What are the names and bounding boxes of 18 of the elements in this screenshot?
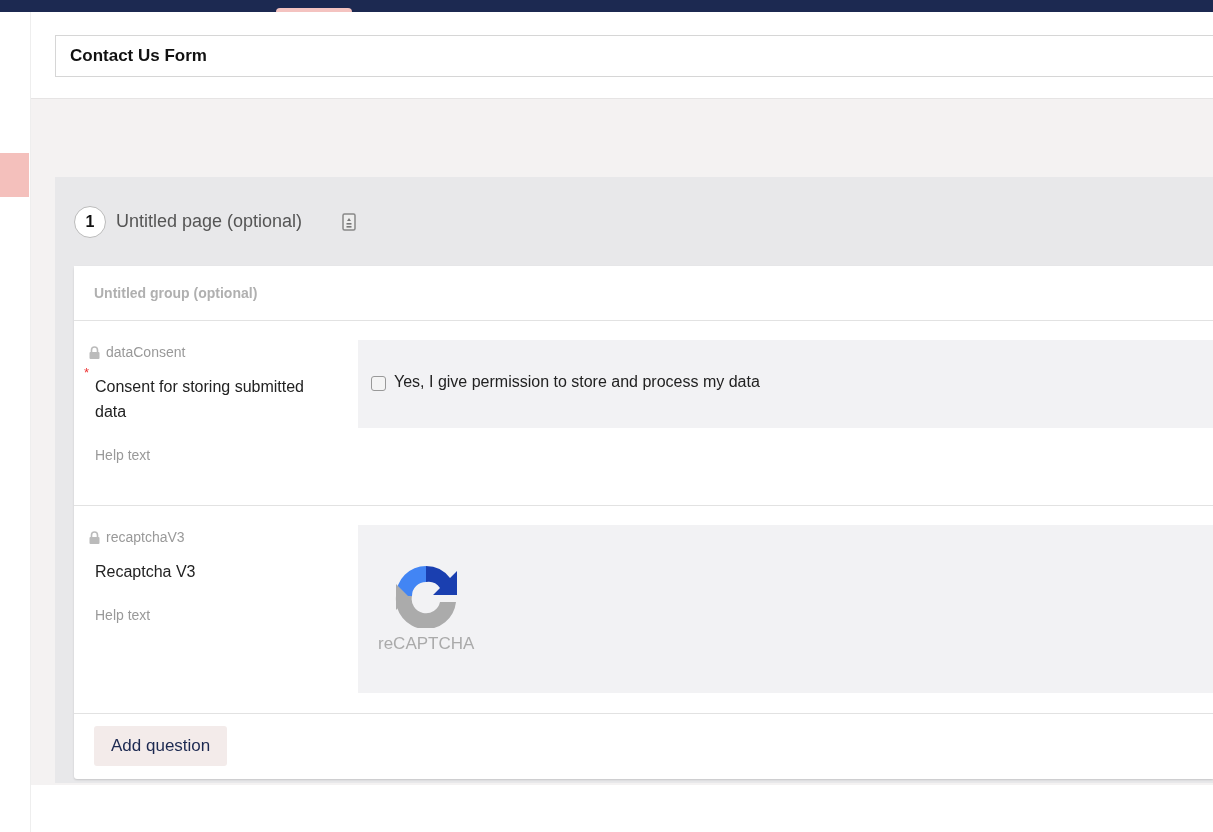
- page-number: 1: [74, 205, 106, 238]
- page-break-icon[interactable]: [342, 212, 357, 231]
- help-text: Help text: [95, 447, 152, 463]
- page-title[interactable]: Untitled page (optional): [116, 211, 303, 232]
- question-key: dataConsent: [106, 344, 186, 360]
- help-text: Help text: [95, 607, 152, 623]
- group-title-field[interactable]: Untitled group (optional): [74, 266, 1213, 321]
- checkbox-label: Yes, I give permission to store and process my data: [394, 373, 760, 391]
- form-title-field[interactable]: Contact Us Form: [55, 35, 1213, 77]
- recaptcha-logo-text: reCAPTCHA: [378, 634, 475, 654]
- nav-tab[interactable]: [276, 8, 352, 12]
- question-label[interactable]: Recaptcha V3: [95, 559, 335, 584]
- question-key: recaptchaV3: [106, 529, 185, 545]
- add-question-button[interactable]: Add question: [94, 726, 228, 766]
- checkbox[interactable]: [371, 376, 386, 391]
- question-label[interactable]: Consent for storing submitted data: [95, 374, 335, 424]
- recaptcha-logo-icon: [393, 564, 460, 628]
- required-icon: *: [84, 365, 90, 380]
